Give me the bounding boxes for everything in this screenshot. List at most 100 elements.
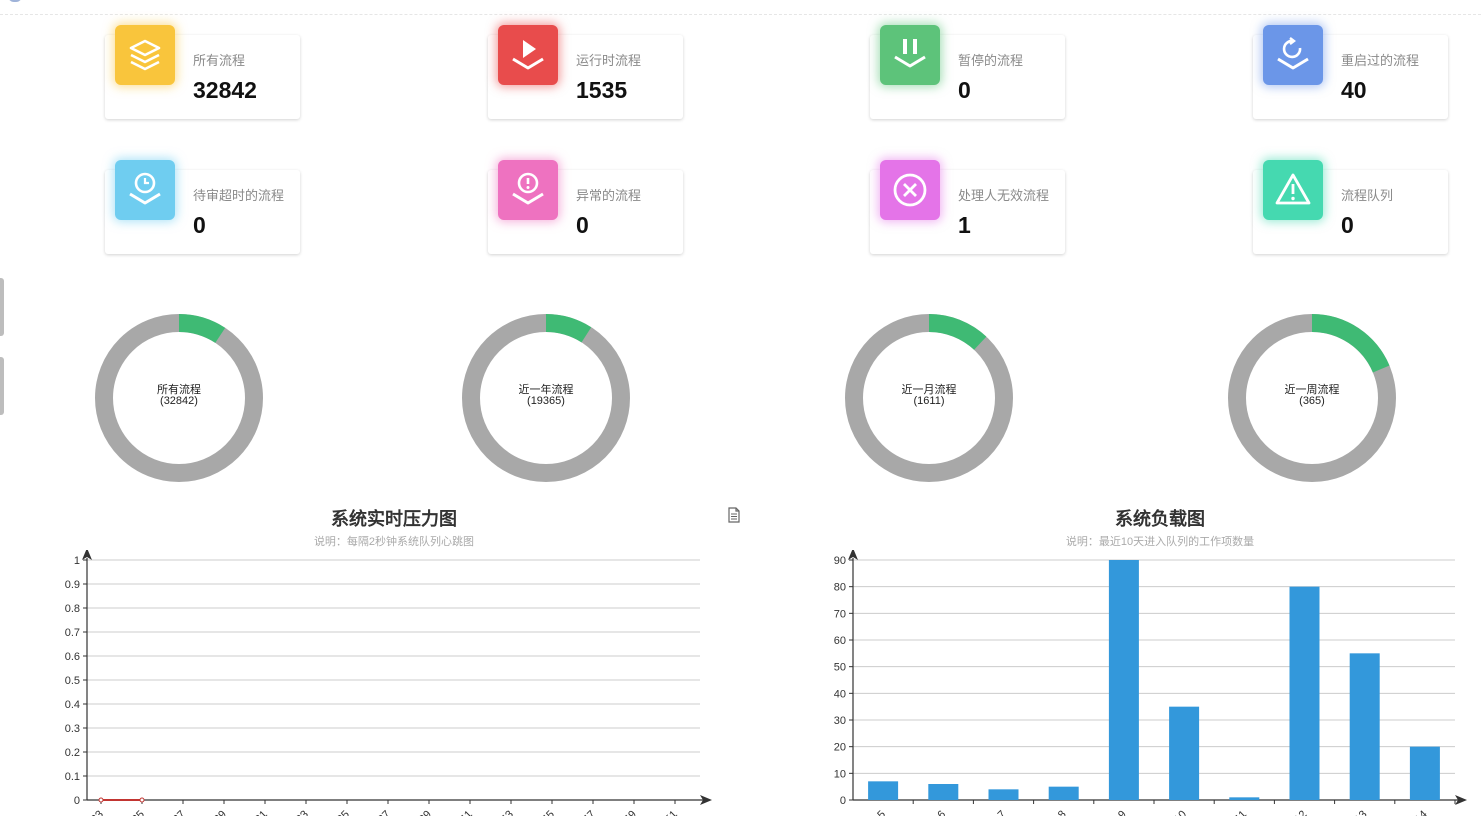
stat-value: 40 <box>1341 77 1367 103</box>
x-tick-label: 43 <box>499 808 516 816</box>
bar <box>1229 797 1260 800</box>
y-tick-label: 0.7 <box>65 627 80 639</box>
donut-count: (1611) <box>913 395 945 407</box>
stat-label: 重启过的流程 <box>1341 53 1420 68</box>
x-tick-label: 33 <box>294 808 311 816</box>
y-tick-label: 70 <box>834 608 846 620</box>
donut-count: (365) <box>1299 395 1325 407</box>
x-tick-label: 39 <box>417 808 434 816</box>
side-collapse-tab-2[interactable] <box>0 357 4 415</box>
donut-chart[interactable]: 所有流程 (32842) <box>94 313 264 483</box>
stat-card[interactable]: 暂停的流程 0 <box>870 25 1065 119</box>
donut-count: (19365) <box>527 395 565 407</box>
x-tick-label: 35 <box>335 808 352 816</box>
y-tick-label: 0.6 <box>65 651 80 663</box>
stat-value: 0 <box>576 212 589 238</box>
stat-label: 处理人无效流程 <box>958 188 1050 203</box>
y-tick-label: 30 <box>834 715 846 727</box>
bar <box>928 784 959 800</box>
clock-icon <box>115 160 175 220</box>
x-tick-label: 10 <box>1172 808 1189 816</box>
y-tick-label: 0.8 <box>65 603 80 615</box>
y-tick-label: 80 <box>834 582 846 594</box>
x-tick-label: -7 <box>993 808 1008 816</box>
bar <box>1349 653 1380 800</box>
pause-icon <box>880 25 940 85</box>
stat-value: 0 <box>1341 212 1354 238</box>
stat-value: 0 <box>958 77 971 103</box>
stat-card[interactable]: 流程队列 0 <box>1253 160 1448 254</box>
x-tick-label: 11 <box>1233 808 1250 816</box>
side-collapse-tab-1[interactable] <box>0 278 4 336</box>
bar <box>1409 746 1440 800</box>
stat-card[interactable]: 所有流程 32842 <box>105 25 300 119</box>
alert-circle-icon <box>498 160 558 220</box>
y-tick-label: 40 <box>834 688 846 700</box>
stat-card[interactable]: 处理人无效流程 1 <box>870 160 1065 254</box>
y-tick-label: 60 <box>834 635 846 647</box>
donut-count: (32842) <box>160 395 198 407</box>
stat-label: 异常的流程 <box>576 188 642 203</box>
donut-segment <box>178 314 226 344</box>
stat-label: 流程队列 <box>1341 188 1394 203</box>
bar <box>1169 706 1200 800</box>
donut-segment <box>928 314 987 351</box>
document-icon[interactable] <box>727 507 741 523</box>
series-point <box>98 797 104 803</box>
x-tick-label: 45 <box>540 808 557 816</box>
x-tick-label: 37 <box>376 808 393 816</box>
y-tick-label: 50 <box>834 662 846 674</box>
stat-label: 待审超时的流程 <box>193 188 285 203</box>
y-tick-label: 1 <box>74 555 80 567</box>
play-icon <box>498 25 558 85</box>
x-tick-label: 23 <box>89 808 106 816</box>
y-tick-label: 0 <box>840 795 846 807</box>
stat-card[interactable]: 运行时流程 1535 <box>488 25 683 119</box>
donut-chart[interactable]: 近一年流程 (19365) <box>461 313 631 483</box>
pressure-chart-title: 系统实时压力图 <box>331 509 457 529</box>
donut-segment <box>545 314 592 343</box>
bar <box>988 789 1019 800</box>
x-tick-label: 12 <box>1292 808 1309 816</box>
y-tick-label: 0.3 <box>65 723 80 735</box>
stat-value: 1 <box>958 212 971 238</box>
x-tick-label: 41 <box>458 808 475 816</box>
warning-icon <box>1263 160 1323 220</box>
load-chart-title: 系统负载图 <box>1115 509 1205 529</box>
load-chart-subtitle: 说明：最近10天进入队列的工作项数量 <box>1065 536 1255 548</box>
bar <box>868 781 899 800</box>
stat-value: 0 <box>193 212 206 238</box>
stat-label: 暂停的流程 <box>958 53 1024 68</box>
y-tick-label: 0.9 <box>65 579 80 591</box>
x-tick-label: 49 <box>622 808 639 816</box>
y-tick-label: 0 <box>74 795 80 807</box>
layers-icon <box>115 25 175 85</box>
x-tick-label: 27 <box>171 808 188 816</box>
corner-mark <box>8 0 22 2</box>
pressure-chart-subtitle: 说明：每隔2秒钟系统队列心跳图 <box>313 536 475 548</box>
x-tick-label: 31 <box>253 808 270 816</box>
stat-card[interactable]: 异常的流程 0 <box>488 160 683 254</box>
close-circle-icon <box>880 160 940 220</box>
stat-card[interactable]: 待审超时的流程 0 <box>105 160 300 254</box>
x-tick-label: 47 <box>581 808 598 816</box>
load-chart: 0 10 20 30 40 50 60 70 80 90 -5 -6 -7 -8 -9 10 11 12 13 14 <box>834 550 1467 816</box>
restart-icon <box>1263 25 1323 85</box>
y-tick-label: 0.2 <box>65 747 80 759</box>
x-tick-label: 25 <box>130 808 147 816</box>
y-tick-label: 20 <box>834 742 846 754</box>
series-point <box>139 797 145 803</box>
x-tick-label: 51 <box>663 808 680 816</box>
x-tick-label: -5 <box>873 808 888 816</box>
y-tick-label: 0.5 <box>65 675 80 687</box>
bar <box>1289 586 1320 800</box>
pressure-chart: 0 0.1 0.2 0.3 0.4 0.5 0.6 0.7 0.8 0.9 1 23 25 27 29 31 3… <box>65 550 712 816</box>
top-divider <box>0 14 1481 15</box>
bar <box>1108 560 1139 800</box>
x-tick-label: 29 <box>212 808 229 816</box>
donut-chart[interactable]: 近一月流程 (1611) <box>844 313 1014 483</box>
stat-card[interactable]: 重启过的流程 40 <box>1253 25 1448 119</box>
donut-chart[interactable]: 近一周流程 (365) <box>1227 313 1397 483</box>
y-tick-label: 10 <box>834 768 846 780</box>
x-tick-label: 14 <box>1413 808 1430 816</box>
